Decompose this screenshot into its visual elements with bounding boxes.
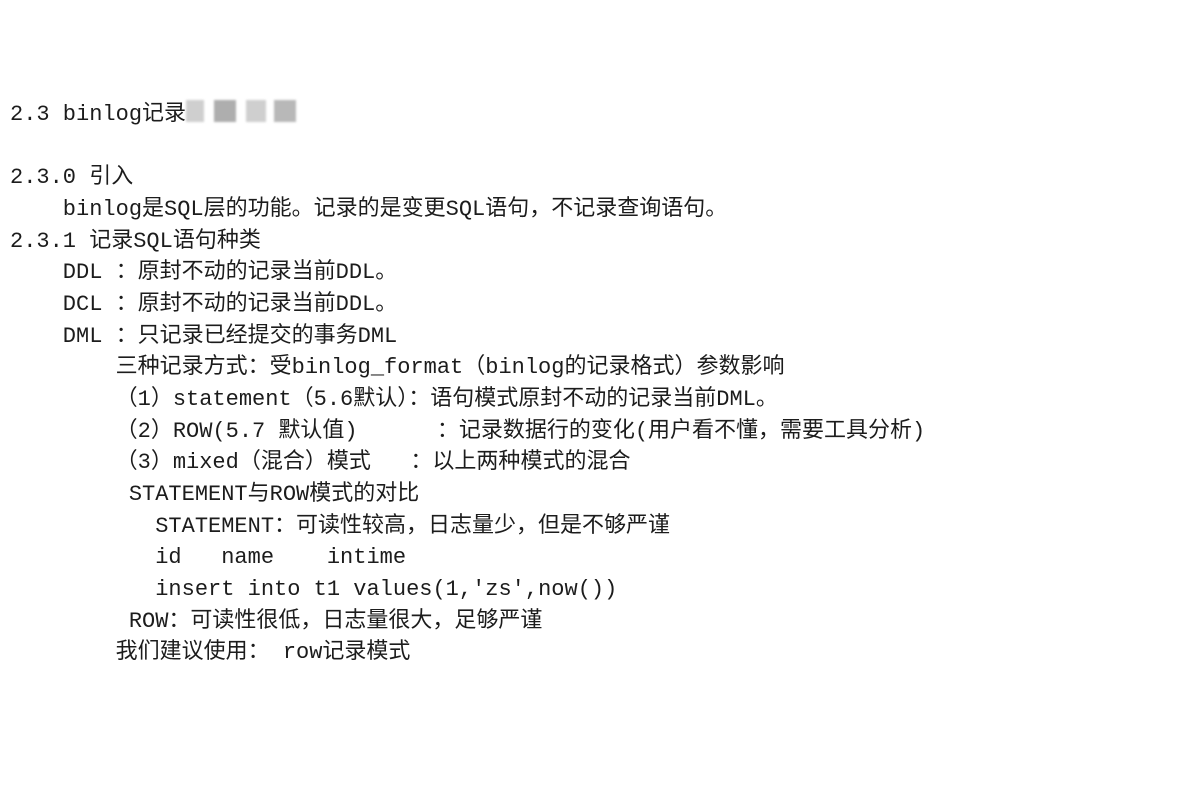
text-line: DDL ：原封不动的记录当前DDL。 — [10, 257, 1186, 289]
line-text: STATEMENT：可读性较高，日志量少，但是不够严谨 — [10, 514, 670, 539]
text-line: 三种记录方式：受binlog_format（binlog的记录格式）参数影响 — [10, 352, 1186, 384]
text-line: insert into t1 values(1,'zs',now()) — [10, 574, 1186, 606]
text-line: ROW：可读性很低，日志量很大，足够严谨 — [10, 606, 1186, 638]
line-text: 我们建议使用： row记录模式 — [10, 640, 410, 665]
text-line: 2.3.0 引入 — [10, 162, 1186, 194]
text-line: STATEMENT：可读性较高，日志量少，但是不够严谨 — [10, 511, 1186, 543]
text-line: （1）statement（5.6默认）：语句模式原封不动的记录当前DML。 — [10, 384, 1186, 416]
line-text: （1）statement（5.6默认）：语句模式原封不动的记录当前DML。 — [10, 387, 778, 412]
text-line: 2.3.1 记录SQL语句种类 — [10, 226, 1186, 258]
line-text: DDL ：原封不动的记录当前DDL。 — [10, 260, 397, 285]
text-line: 我们建议使用： row记录模式 — [10, 637, 1186, 669]
text-line: id name intime — [10, 542, 1186, 574]
text-line: binlog是SQL层的功能。记录的是变更SQL语句，不记录查询语句。 — [10, 194, 1186, 226]
text-line: DCL ：原封不动的记录当前DDL。 — [10, 289, 1186, 321]
line-text: 三种记录方式：受binlog_format（binlog的记录格式）参数影响 — [10, 355, 784, 380]
line-text: 2.3.0 引入 — [10, 165, 133, 190]
line-text: STATEMENT与ROW模式的对比 — [10, 482, 419, 507]
text-line: （3）mixed（混合）模式 ：以上两种模式的混合 — [10, 447, 1186, 479]
line-text: （2）ROW(5.7 默认值) ：记录数据行的变化(用户看不懂，需要工具分析) — [10, 419, 925, 444]
line-text: 2.3.1 记录SQL语句种类 — [10, 229, 261, 254]
line-text: （3）mixed（混合）模式 ：以上两种模式的混合 — [10, 450, 630, 475]
line-text: binlog是SQL层的功能。记录的是变更SQL语句，不记录查询语句。 — [10, 197, 727, 222]
line-text: DCL ：原封不动的记录当前DDL。 — [10, 292, 397, 317]
line-text: insert into t1 values(1,'zs',now()) — [10, 577, 617, 602]
document-text-block: 2.3 binlog记录 2.3.0 引入 binlog是SQL层的功能。记录的… — [10, 99, 1186, 669]
line-text: id name intime — [10, 545, 406, 570]
line-text: DML ：只记录已经提交的事务DML — [10, 324, 397, 349]
redacted-block — [186, 100, 296, 122]
text-line — [10, 131, 1186, 163]
line-text: ROW：可读性很低，日志量很大，足够严谨 — [10, 609, 542, 634]
text-line: 2.3 binlog记录 — [10, 99, 1186, 131]
text-line: （2）ROW(5.7 默认值) ：记录数据行的变化(用户看不懂，需要工具分析) — [10, 416, 1186, 448]
text-line: STATEMENT与ROW模式的对比 — [10, 479, 1186, 511]
line-text: 2.3 binlog记录 — [10, 102, 186, 127]
text-line: DML ：只记录已经提交的事务DML — [10, 321, 1186, 353]
